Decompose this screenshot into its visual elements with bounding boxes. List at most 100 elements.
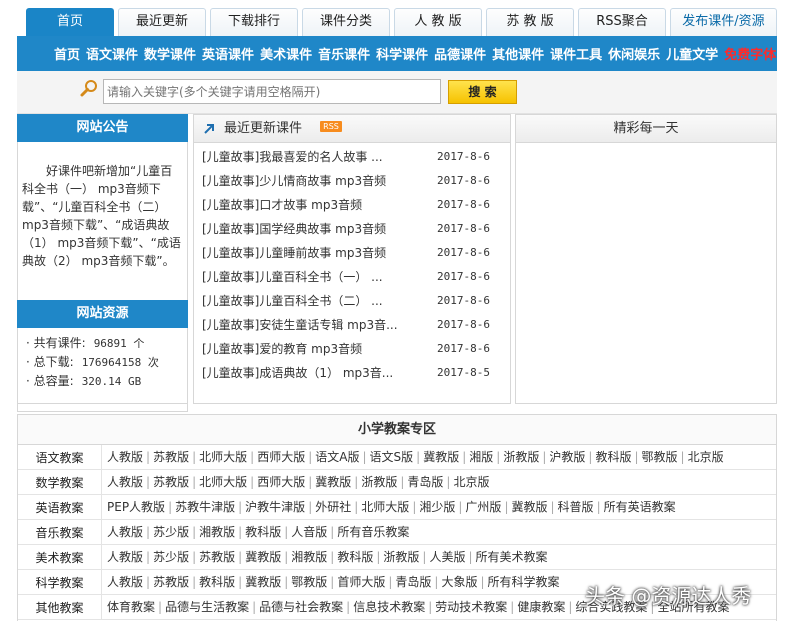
nav-english[interactable]: 英语课件 — [202, 44, 254, 63]
edition-link[interactable]: 苏教版 — [153, 450, 189, 464]
separator: | — [550, 499, 555, 514]
latest-item-link[interactable]: [儿童故事]安徒生童话专辑 mp3音... — [202, 313, 430, 337]
edition-link[interactable]: 北师大版 — [199, 475, 247, 489]
edition-link[interactable]: 湘版 — [469, 450, 493, 464]
edition-link[interactable]: 苏教牛津版 — [175, 500, 235, 514]
nav-home[interactable]: 首页 — [54, 44, 80, 63]
latest-item-link[interactable]: [儿童故事]儿童睡前故事 mp3音频 — [202, 241, 430, 265]
edition-link[interactable]: 教科版 — [337, 550, 373, 564]
edition-link[interactable]: 青岛版 — [395, 575, 431, 589]
edition-link[interactable]: 西师大版 — [257, 475, 305, 489]
latest-item-link[interactable]: [儿童故事]儿童百科全书（二） ... — [202, 289, 430, 313]
edition-link[interactable]: 苏教版 — [153, 475, 189, 489]
edition-link[interactable]: 人教版 — [107, 475, 143, 489]
edition-link[interactable]: 广州版 — [465, 500, 501, 514]
edition-link[interactable]: 所有英语教案 — [604, 500, 676, 514]
nav-tools[interactable]: 课件工具 — [550, 44, 602, 63]
latest-item-link[interactable]: [儿童故事]我最喜爱的名人故事 ... — [202, 145, 430, 169]
tab-rss[interactable]: RSS聚合 — [578, 8, 666, 36]
edition-link[interactable]: 人音版 — [291, 525, 327, 539]
edition-link[interactable]: 沪教牛津版 — [245, 500, 305, 514]
nav-chinese[interactable]: 语文课件 — [86, 44, 138, 63]
edition-link[interactable]: 品德与生活教案 — [165, 600, 249, 614]
search-input[interactable] — [103, 79, 441, 104]
tab-home[interactable]: 首页 — [26, 8, 114, 36]
edition-link[interactable]: 人教版 — [107, 550, 143, 564]
tab-sujiao[interactable]: 苏 教 版 — [486, 8, 574, 36]
edition-link[interactable]: 冀教版 — [245, 575, 281, 589]
edition-link[interactable]: 鄂教版 — [642, 450, 678, 464]
edition-link[interactable]: 冀教版 — [423, 450, 459, 464]
edition-link[interactable]: 北师大版 — [361, 500, 409, 514]
edition-link[interactable]: 教科版 — [245, 525, 281, 539]
edition-link[interactable]: 人教版 — [107, 575, 143, 589]
edition-link[interactable]: 北京版 — [453, 475, 489, 489]
edition-link[interactable]: PEP人教版 — [107, 500, 165, 514]
nav-music[interactable]: 音乐课件 — [318, 44, 370, 63]
edition-link[interactable]: 所有科学教案 — [488, 575, 560, 589]
rss-icon[interactable]: RSS — [320, 121, 342, 132]
edition-link[interactable]: 信息技术教案 — [353, 600, 425, 614]
edition-link[interactable]: 沪教版 — [549, 450, 585, 464]
edition-link[interactable]: 冀教版 — [511, 500, 547, 514]
edition-link[interactable]: 苏少版 — [153, 525, 189, 539]
edition-link[interactable]: 鄂教版 — [291, 575, 327, 589]
nav-children-lit[interactable]: 儿童文学 — [666, 44, 718, 63]
edition-link[interactable]: 苏教版 — [199, 550, 235, 564]
tab-renjiao[interactable]: 人 教 版 — [394, 8, 482, 36]
latest-item-link[interactable]: [儿童故事]成语典故（1） mp3音... — [202, 361, 430, 385]
edition-link[interactable]: 语文S版 — [370, 450, 414, 464]
edition-link[interactable]: 西师大版 — [257, 450, 305, 464]
edition-link[interactable]: 劳动技术教案 — [435, 600, 507, 614]
edition-link[interactable]: 人美版 — [429, 550, 465, 564]
tab-latest[interactable]: 最近更新 — [118, 8, 206, 36]
edition-link[interactable]: 北师大版 — [199, 450, 247, 464]
tab-categories[interactable]: 课件分类 — [302, 8, 390, 36]
edition-link[interactable]: 青岛版 — [407, 475, 443, 489]
search-bar: 搜 索 — [17, 71, 777, 114]
edition-link[interactable]: 外研社 — [315, 500, 351, 514]
edition-link[interactable]: 人教版 — [107, 450, 143, 464]
edition-link[interactable]: 北京版 — [688, 450, 724, 464]
arrow-up-right-icon — [204, 124, 214, 134]
edition-link[interactable]: 教科版 — [199, 575, 235, 589]
nav-math[interactable]: 数学课件 — [144, 44, 196, 63]
edition-link[interactable]: 湘教版 — [199, 525, 235, 539]
nav-free-fonts[interactable]: 免费字体 — [724, 44, 776, 63]
edition-link[interactable]: 体育教案 — [107, 600, 155, 614]
edition-link[interactable]: 健康教案 — [517, 600, 565, 614]
nav-art[interactable]: 美术课件 — [260, 44, 312, 63]
edition-link[interactable]: 大象版 — [441, 575, 477, 589]
edition-link[interactable]: 浙教版 — [361, 475, 397, 489]
edition-link[interactable]: 教科版 — [595, 450, 631, 464]
edition-link[interactable]: 冀教版 — [245, 550, 281, 564]
stats-title: 网站资源 — [17, 300, 188, 328]
edition-link[interactable]: 科普版 — [558, 500, 594, 514]
edition-link[interactable]: 湘教版 — [291, 550, 327, 564]
edition-link[interactable]: 所有美术教案 — [476, 550, 548, 564]
edition-link[interactable]: 浙教版 — [383, 550, 419, 564]
nav-science[interactable]: 科学课件 — [376, 44, 428, 63]
nav-morality[interactable]: 品德课件 — [434, 44, 486, 63]
edition-link[interactable]: 品德与社会教案 — [259, 600, 343, 614]
latest-item-link[interactable]: [儿童故事]儿童百科全书（一） ... — [202, 265, 430, 289]
edition-link[interactable]: 首师大版 — [337, 575, 385, 589]
edition-link[interactable]: 湘少版 — [419, 500, 455, 514]
latest-item-link[interactable]: [儿童故事]口才故事 mp3音频 — [202, 193, 430, 217]
nav-other[interactable]: 其他课件 — [492, 44, 544, 63]
tab-publish[interactable]: 发布课件/资源 — [670, 8, 777, 36]
edition-link[interactable]: 冀教版 — [315, 475, 351, 489]
nav-leisure[interactable]: 休闲娱乐 — [608, 44, 660, 63]
edition-link[interactable]: 浙教版 — [503, 450, 539, 464]
edition-link[interactable]: 人教版 — [107, 525, 143, 539]
edition-link[interactable]: 苏教版 — [153, 575, 189, 589]
latest-item-link[interactable]: [儿童故事]爱的教育 mp3音频 — [202, 337, 430, 361]
edition-link[interactable]: 语文A版 — [315, 450, 359, 464]
edition-link[interactable]: 苏少版 — [153, 550, 189, 564]
edition-link[interactable]: 所有音乐教案 — [337, 525, 409, 539]
latest-item-link[interactable]: [儿童故事]国学经典故事 mp3音频 — [202, 217, 430, 241]
search-button[interactable]: 搜 索 — [448, 80, 517, 104]
tab-download-rank[interactable]: 下载排行 — [210, 8, 298, 36]
latest-item-link[interactable]: [儿童故事]少儿情商故事 mp3音频 — [202, 169, 430, 193]
latest-panel: 最近更新课件 RSS [儿童故事]我最喜爱的名人故事 ... 2017-8-6 [… — [193, 114, 511, 404]
